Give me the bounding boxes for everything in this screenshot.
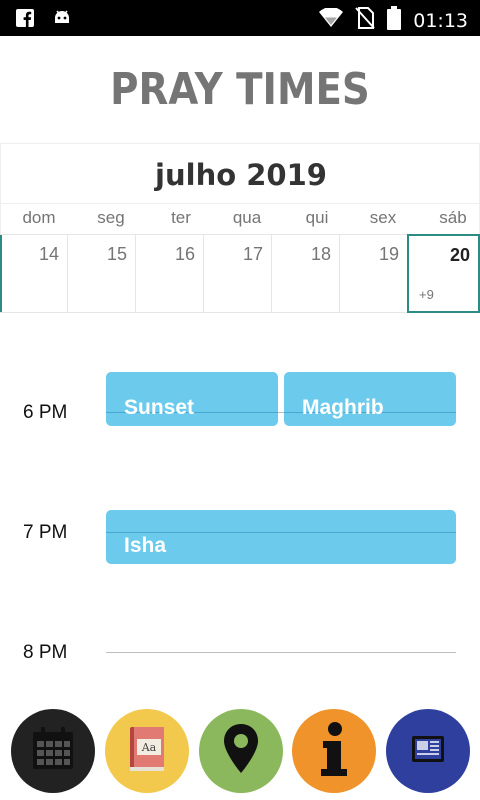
weekday-label: qua (232, 208, 262, 227)
no-sim-icon (355, 7, 375, 34)
event-isha[interactable]: Isha (106, 510, 456, 564)
month-title[interactable]: julho 2019 (1, 158, 480, 192)
calendar: julho 2019 dom seg ter qua qui sex sáb 1… (0, 143, 480, 313)
day-row: 14 15 16 17 18 19 20 +9 (0, 234, 480, 313)
time-label: 7 PM (23, 522, 68, 543)
event-title: Sunset (124, 396, 195, 419)
weekday-label: sex (369, 208, 397, 227)
battery-icon (387, 6, 402, 35)
day-cell[interactable]: 19 (340, 234, 408, 313)
bottom-nav: Aa (0, 706, 480, 800)
app-title: PRAY TIMES (110, 64, 370, 115)
event-title: Isha (124, 534, 167, 557)
more-events-count: +9 (419, 287, 434, 302)
day-number: 18 (310, 244, 331, 264)
nav-calendar-button[interactable] (11, 709, 95, 793)
day-number: 19 (378, 244, 399, 264)
day-cell[interactable]: 16 (136, 234, 204, 313)
weekday-label: qui (305, 208, 329, 227)
weekday-row: dom seg ter qua qui sex sáb (0, 204, 480, 234)
news-icon (411, 735, 445, 768)
time-label: 8 PM (23, 642, 68, 663)
event-divider (106, 532, 456, 533)
day-number: 17 (242, 244, 263, 264)
nav-location-button[interactable] (199, 709, 283, 793)
svg-text:Aa: Aa (141, 741, 157, 754)
day-cell-today[interactable]: 20 +9 (407, 234, 480, 313)
facebook-icon (16, 9, 34, 32)
day-cell[interactable]: 15 (68, 234, 136, 313)
location-pin-icon (222, 723, 260, 780)
weekday-label: dom (22, 208, 56, 227)
info-icon (319, 721, 349, 782)
nav-info-button[interactable] (292, 709, 376, 793)
status-time: 01:13 (413, 9, 468, 32)
hour-line (106, 652, 456, 653)
dictionary-icon: Aa (126, 725, 168, 778)
calendar-icon (30, 726, 76, 777)
nav-news-button[interactable] (386, 709, 470, 793)
day-cell[interactable]: 17 (204, 234, 272, 313)
day-cell[interactable]: 18 (272, 234, 340, 313)
weekday-label: sáb (439, 208, 467, 227)
day-number: 20 (449, 245, 470, 265)
nav-dictionary-button[interactable]: Aa (105, 709, 189, 793)
android-icon (52, 8, 72, 33)
status-bar: 01:13 (0, 0, 480, 36)
wifi-icon (319, 7, 344, 33)
event-maghrib[interactable]: Maghrib (284, 372, 456, 426)
day-number: 15 (106, 244, 127, 264)
event-title: Maghrib (302, 396, 384, 419)
day-number: 16 (174, 244, 195, 264)
day-schedule: 6 PM 7 PM 8 PM Sunset Maghrib Isha (0, 320, 480, 705)
event-sunset[interactable]: Sunset (106, 372, 278, 426)
day-number: 14 (38, 244, 59, 264)
day-cell[interactable]: 14 (0, 234, 68, 313)
calendar-header: julho 2019 (0, 143, 480, 204)
weekday-label: ter (171, 208, 191, 227)
time-label: 6 PM (23, 402, 68, 423)
weekday-label: seg (97, 208, 125, 227)
